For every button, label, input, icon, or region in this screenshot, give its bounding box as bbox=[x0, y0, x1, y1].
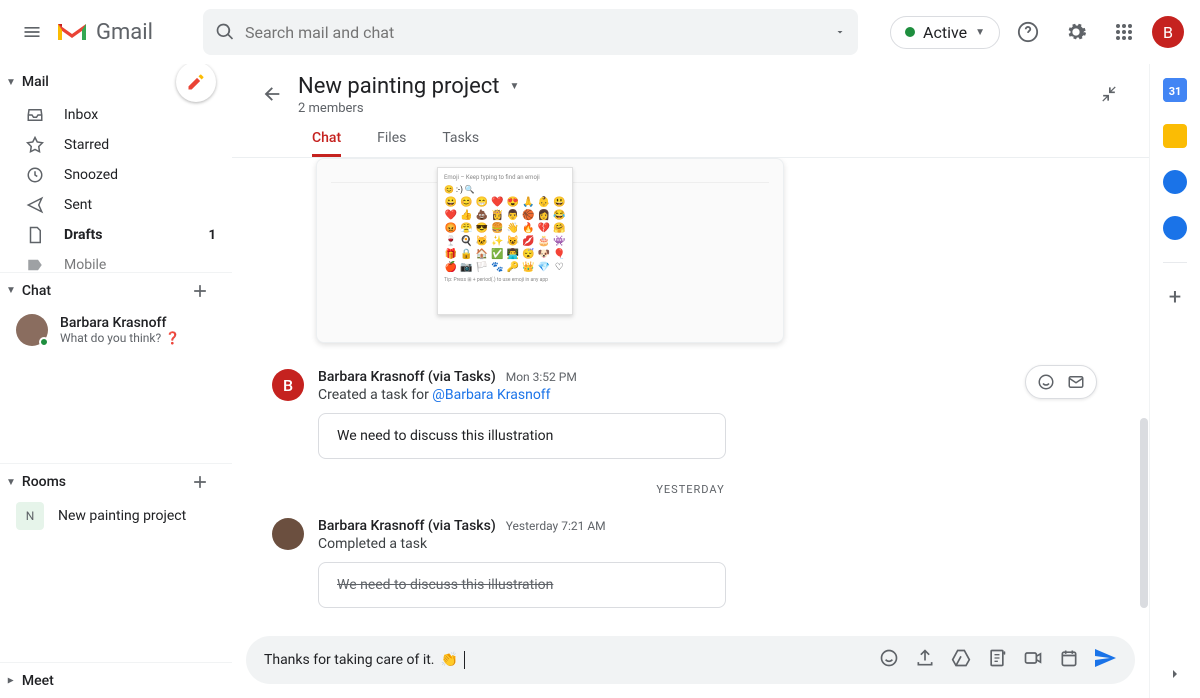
upload-button[interactable] bbox=[915, 648, 935, 672]
side-panel: 31 + bbox=[1150, 64, 1200, 698]
mail-section-header[interactable]: ▼ Mail bbox=[0, 64, 232, 100]
status-label: Active bbox=[923, 23, 967, 42]
chevron-down-icon: ▼ bbox=[6, 477, 16, 488]
sidebar-item-mobile[interactable]: Mobile bbox=[0, 250, 232, 280]
collapse-chat-button[interactable] bbox=[1089, 74, 1129, 114]
message-author: Barbara Krasnoff (via Tasks) bbox=[318, 518, 496, 534]
clock-icon bbox=[26, 166, 48, 184]
sidebar-item-inbox[interactable]: Inbox bbox=[0, 100, 232, 130]
drafts-icon bbox=[26, 226, 48, 244]
compose-button[interactable] bbox=[176, 64, 216, 102]
presence-icon bbox=[39, 337, 49, 347]
room-item[interactable]: N New painting project bbox=[0, 500, 232, 532]
keep-app-icon[interactable] bbox=[1163, 124, 1187, 148]
mention-link[interactable]: @Barbara Krasnoff bbox=[432, 387, 550, 403]
status-dot-icon bbox=[905, 27, 915, 37]
chevron-right-icon: ▼ bbox=[5, 676, 16, 686]
contacts-app-icon[interactable] bbox=[1163, 216, 1187, 240]
message-time: Mon 3:52 PM bbox=[506, 370, 577, 384]
message-actions bbox=[1025, 365, 1097, 399]
star-icon bbox=[26, 136, 48, 154]
chevron-down-icon: ▼ bbox=[6, 77, 16, 88]
message-avatar bbox=[272, 518, 304, 550]
app-header: Gmail Active ▼ B bbox=[0, 0, 1200, 64]
compose-text: Thanks for taking care of it. bbox=[264, 652, 435, 668]
chat-title: New painting project bbox=[298, 74, 499, 99]
sidebar-item-starred[interactable]: Starred bbox=[0, 130, 232, 160]
logo-text: Gmail bbox=[96, 20, 153, 45]
room-avatar: N bbox=[16, 502, 44, 530]
sidebar-item-drafts[interactable]: Drafts1 bbox=[0, 220, 232, 250]
label-icon bbox=[26, 256, 48, 274]
search-options-icon[interactable] bbox=[834, 26, 846, 38]
tab-files[interactable]: Files bbox=[377, 122, 406, 157]
docs-button[interactable] bbox=[987, 648, 1007, 672]
meet-section-header[interactable]: ▼ Meet bbox=[0, 662, 232, 698]
forward-button[interactable] bbox=[1062, 368, 1090, 396]
rooms-section-header[interactable]: ▼ Rooms bbox=[0, 464, 232, 500]
emoji-button[interactable] bbox=[879, 648, 899, 672]
new-room-button[interactable] bbox=[184, 466, 216, 498]
sidebar-item-sent[interactable]: Sent bbox=[0, 190, 232, 220]
sidebar: ▼ Mail Inbox Starred Snoozed Sent Drafts… bbox=[0, 64, 232, 698]
chat-contact[interactable]: Barbara Krasnoff What do you think?❓ bbox=[0, 308, 232, 352]
search-input[interactable] bbox=[235, 23, 834, 42]
chat-subtitle: 2 members bbox=[298, 101, 519, 116]
tasks-app-icon[interactable] bbox=[1163, 170, 1187, 194]
contact-avatar bbox=[16, 314, 48, 346]
video-button[interactable] bbox=[1023, 648, 1043, 672]
text-cursor bbox=[464, 651, 465, 669]
clap-emoji: 👏 bbox=[441, 652, 458, 668]
chat-panel: New painting project ▼ 2 members Chat Fi… bbox=[232, 64, 1150, 698]
search-icon bbox=[215, 22, 235, 42]
emoji-grid: 😀😊😁❤️😍🙏👶😃 ❤️👍💩👸👨🏀👩😂 😡😤😎🍔👋🔥💔🤗 🍷🍳🐱✨😺💋🎂👾 🎁🔒… bbox=[444, 197, 566, 273]
messages-list: Emoji – Keep typing to find an emoji 😊 :… bbox=[232, 158, 1149, 626]
inbox-icon bbox=[26, 106, 48, 124]
message: B Barbara Krasnoff (via Tasks) Mon 3:52 … bbox=[272, 361, 1109, 467]
scrollbar-thumb[interactable] bbox=[1140, 418, 1148, 608]
calendar-app-icon[interactable]: 31 bbox=[1163, 78, 1187, 102]
message-avatar: B bbox=[272, 369, 304, 401]
shared-doc-preview[interactable]: Emoji – Keep typing to find an emoji 😊 :… bbox=[316, 158, 784, 343]
message-time: Yesterday 7:21 AM bbox=[506, 519, 606, 533]
status-chip[interactable]: Active ▼ bbox=[890, 16, 1000, 49]
main-menu-button[interactable] bbox=[8, 8, 56, 56]
chevron-down-icon: ▼ bbox=[6, 285, 16, 296]
gmail-logo[interactable]: Gmail bbox=[56, 20, 153, 45]
apps-button[interactable] bbox=[1104, 12, 1144, 52]
send-icon bbox=[26, 196, 48, 214]
task-card[interactable]: We need to discuss this illustration bbox=[318, 413, 726, 459]
task-card-completed[interactable]: We need to discuss this illustration bbox=[318, 562, 726, 608]
message: Barbara Krasnoff (via Tasks) Yesterday 7… bbox=[272, 510, 1109, 616]
search-bar[interactable] bbox=[203, 9, 858, 55]
chat-dropdown-icon[interactable]: ▼ bbox=[509, 81, 519, 92]
calendar-button[interactable] bbox=[1059, 648, 1079, 672]
back-button[interactable] bbox=[252, 74, 292, 114]
sidebar-item-snoozed[interactable]: Snoozed bbox=[0, 160, 232, 190]
tab-tasks[interactable]: Tasks bbox=[442, 122, 479, 157]
chevron-down-icon: ▼ bbox=[975, 27, 985, 38]
collapse-panel-button[interactable] bbox=[1167, 666, 1183, 686]
svg-text:31: 31 bbox=[1169, 85, 1182, 98]
drive-button[interactable] bbox=[951, 648, 971, 672]
question-badge-icon: ❓ bbox=[165, 331, 180, 345]
tab-chat[interactable]: Chat bbox=[312, 122, 341, 157]
account-avatar[interactable]: B bbox=[1152, 16, 1184, 48]
message-author: Barbara Krasnoff (via Tasks) bbox=[318, 369, 496, 385]
send-button[interactable] bbox=[1093, 646, 1117, 674]
chat-tabs: Chat Files Tasks bbox=[232, 116, 1149, 158]
add-app-button[interactable]: + bbox=[1169, 285, 1181, 310]
settings-button[interactable] bbox=[1056, 12, 1096, 52]
compose-bar[interactable]: Thanks for taking care of it. 👏 bbox=[246, 636, 1135, 684]
help-button[interactable] bbox=[1008, 12, 1048, 52]
date-divider: YESTERDAY bbox=[272, 483, 1109, 496]
react-button[interactable] bbox=[1032, 368, 1060, 396]
